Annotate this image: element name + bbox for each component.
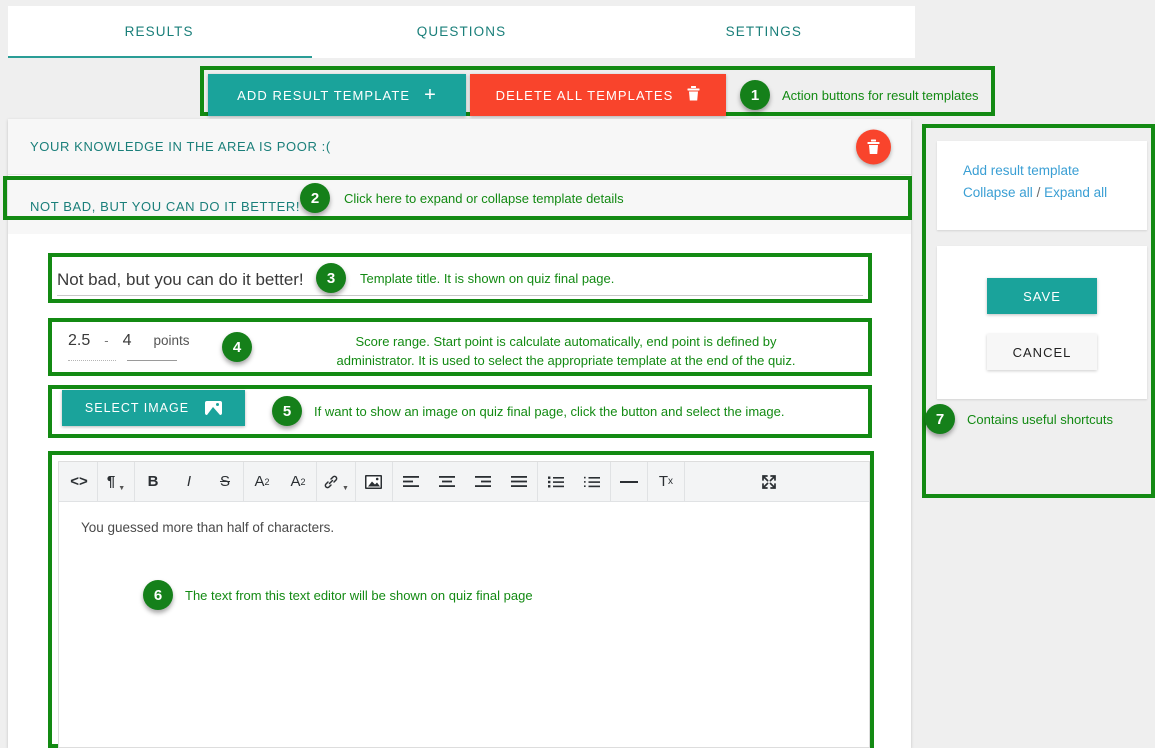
align-center-icon[interactable] (429, 462, 465, 502)
annotation-box-1: ADD RESULT TEMPLATE + DELETE ALL TEMPLAT… (200, 66, 995, 116)
annotation-badge-6: 6 (143, 580, 173, 610)
plus-icon: + (424, 84, 437, 106)
ordered-list-icon[interactable] (574, 462, 610, 502)
rich-text-editor: <> ¶ ▼ B I S A2 A2 ▼ T x You guessed mor… (58, 461, 870, 748)
score-start-input[interactable]: 2.5 (68, 332, 90, 350)
annotation-7-group: 7 Contains useful shortcuts (925, 404, 1113, 434)
annotation-6-group: 6 The text from this text editor will be… (143, 580, 847, 610)
add-result-template-button[interactable]: ADD RESULT TEMPLATE + (208, 74, 466, 116)
template-header-poor-label: YOUR KNOWLEDGE IN THE AREA IS POOR :( (30, 139, 331, 154)
italic-icon[interactable]: I (171, 462, 207, 502)
score-range-row: 2.5 - 4 points (68, 332, 190, 350)
annotation-4-group: 4 Score range. Start point is calculate … (222, 332, 816, 370)
score-end-underline (127, 360, 177, 361)
chevron-down-icon: ▼ (118, 484, 126, 492)
collapse-expand-links: Collapse all / Expand all (963, 185, 1121, 200)
editor-group-lists (538, 461, 611, 502)
bold-icon[interactable]: B (135, 462, 171, 502)
tab-questions[interactable]: QUESTIONS (310, 6, 612, 58)
link-separator: / (1036, 185, 1041, 200)
annotation-5-group: 5 If want to show an image on quiz final… (272, 396, 784, 426)
annotation-badge-2: 2 (300, 183, 330, 213)
source-code-icon[interactable]: <> (61, 462, 97, 502)
horizontal-rule-icon[interactable] (611, 462, 647, 502)
annotation-text-5: If want to show an image on quiz final p… (314, 403, 785, 419)
unordered-list-icon[interactable] (538, 462, 574, 502)
app-root: RESULTS QUESTIONS SETTINGS ADD RESULT TE… (0, 0, 1155, 748)
annotation-2-group: 2 Click here to expand or collapse templ… (300, 183, 624, 213)
editor-content-area[interactable]: You guessed more than half of characters… (59, 502, 869, 628)
add-result-template-label: ADD RESULT TEMPLATE (237, 87, 411, 103)
select-image-label: SELECT IMAGE (84, 401, 190, 415)
expand-all-link[interactable]: Expand all (1044, 185, 1107, 200)
fullscreen-icon[interactable] (751, 462, 787, 502)
link-icon[interactable]: ▼ (317, 462, 355, 502)
annotation-text-4: Score range. Start point is calculate au… (336, 334, 796, 368)
score-start-underline (68, 360, 116, 361)
tab-results[interactable]: RESULTS (8, 6, 310, 58)
annotation-text-7: Contains useful shortcuts (967, 411, 1113, 427)
chevron-down-icon: ▼ (342, 484, 349, 492)
score-end-input[interactable]: 4 (123, 332, 132, 350)
annotation-badge-3: 3 (316, 263, 346, 293)
delete-all-templates-label: DELETE ALL TEMPLATES (495, 87, 674, 103)
annotation-badge-1: 1 (740, 80, 770, 110)
paragraph-format-icon[interactable]: ¶ ▼ (98, 462, 134, 502)
collapse-all-link[interactable]: Collapse all (963, 185, 1033, 200)
annotation-text-2: Click here to expand or collapse templat… (344, 190, 624, 206)
editor-group-link: ▼ (317, 461, 356, 502)
editor-group-align (393, 461, 538, 502)
align-right-icon[interactable] (465, 462, 501, 502)
trash-icon (687, 86, 700, 104)
annotation-text-1: Action buttons for result templates (782, 87, 979, 103)
main-tab-bar: RESULTS QUESTIONS SETTINGS (8, 6, 915, 58)
insert-image-icon[interactable] (356, 462, 392, 502)
shortcuts-card: Add result template Collapse all / Expan… (937, 141, 1147, 230)
superscript-icon[interactable]: A2 (244, 462, 280, 502)
editor-group-script: A2 A2 (244, 461, 317, 502)
editor-group-rule (611, 461, 648, 502)
annotation-badge-7: 7 (925, 404, 955, 434)
image-icon (205, 401, 223, 415)
editor-group-image (356, 461, 393, 502)
tab-settings[interactable]: SETTINGS (613, 6, 915, 58)
annotation-badge-5: 5 (272, 396, 302, 426)
editor-group-source: <> (61, 461, 98, 502)
annotation-3-group: 3 Template title. It is shown on quiz fi… (316, 263, 614, 293)
delete-all-templates-button[interactable]: DELETE ALL TEMPLATES (470, 74, 726, 116)
align-left-icon[interactable] (393, 462, 429, 502)
delete-template-icon[interactable] (856, 129, 891, 164)
editor-group-clear: Tx (648, 461, 685, 502)
template-header-poor[interactable]: YOUR KNOWLEDGE IN THE AREA IS POOR :( (8, 119, 911, 175)
save-button[interactable]: SAVE (987, 278, 1097, 314)
save-cancel-card: SAVE CANCEL (937, 246, 1147, 399)
subscript-icon[interactable]: A2 (280, 462, 316, 502)
align-justify-icon[interactable] (501, 462, 537, 502)
strikethrough-icon[interactable]: S (207, 462, 243, 502)
score-unit-label: points (153, 333, 190, 348)
template-title-underline (57, 295, 863, 296)
score-range-dash: - (104, 333, 109, 348)
select-image-button[interactable]: SELECT IMAGE (62, 390, 245, 426)
active-tab-indicator (8, 56, 312, 58)
editor-toolbar: <> ¶ ▼ B I S A2 A2 ▼ T x (59, 461, 869, 502)
result-template-actions: ADD RESULT TEMPLATE + DELETE ALL TEMPLAT… (208, 74, 979, 116)
annotation-badge-4: 4 (222, 332, 252, 362)
annotation-text-3: Template title. It is shown on quiz fina… (360, 270, 615, 286)
cancel-button[interactable]: CANCEL (987, 334, 1097, 370)
add-result-template-link[interactable]: Add result template (963, 163, 1121, 178)
annotation-text-6: The text from this text editor will be s… (185, 587, 533, 603)
template-title-value: Not bad, but you can do it better! (57, 270, 304, 289)
clear-formatting-icon[interactable]: Tx (648, 462, 684, 502)
editor-group-fullscreen (751, 462, 787, 502)
editor-content-text: You guessed more than half of characters… (81, 520, 335, 535)
editor-group-paragraph: ¶ ▼ (98, 461, 135, 502)
editor-group-inline-style: B I S (135, 461, 244, 502)
